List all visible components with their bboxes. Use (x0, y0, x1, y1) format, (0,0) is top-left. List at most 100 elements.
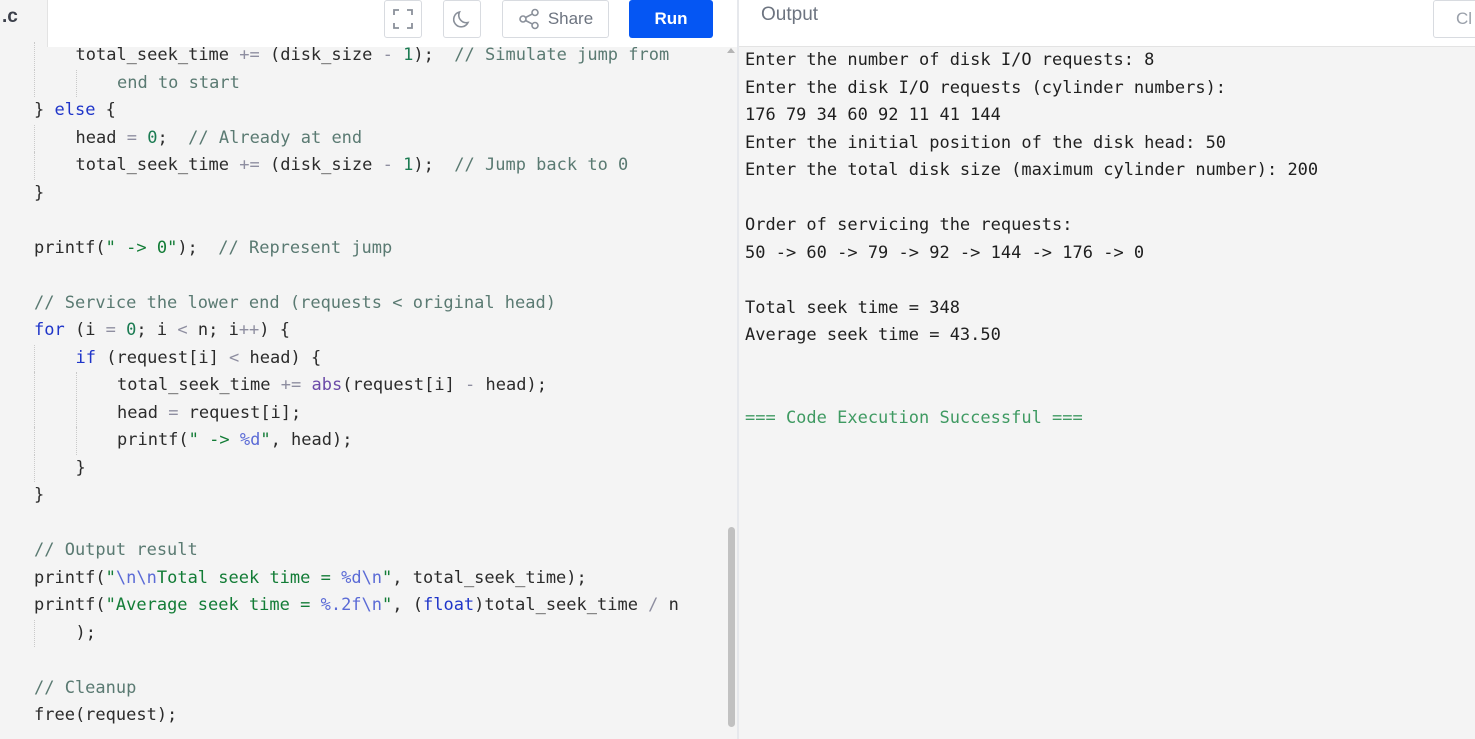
output-line: 176 79 34 60 92 11 41 144 (745, 105, 1001, 125)
code-token: ; (157, 127, 189, 148)
code-line: } (34, 180, 44, 208)
code-token: total_seek_time (75, 155, 240, 175)
code-token: float (422, 595, 475, 615)
theme-toggle-button[interactable] (443, 0, 481, 38)
code-token: total_seek_time (75, 45, 240, 65)
code-line: for (i = 0; i < n; i++) { (34, 317, 290, 345)
indent-guide (34, 454, 35, 482)
indent-guide (34, 372, 35, 400)
code-token: - (382, 45, 393, 65)
indent-guide (75, 69, 77, 97)
code-token: abs (311, 375, 343, 395)
code-line: ); (76, 620, 96, 648)
code-token: " (260, 430, 271, 450)
output-line: Enter the total disk size (maximum cylin… (745, 160, 1319, 180)
indent-guide (75, 399, 77, 427)
code-token: printf( (34, 567, 106, 588)
indent-guide (34, 619, 35, 647)
code-line: } (34, 482, 44, 510)
code-token: , head); (270, 430, 353, 450)
indent-guide (34, 427, 35, 455)
scroll-up-arrow-icon[interactable] (727, 48, 735, 53)
indent-guide (34, 69, 35, 97)
indent-guide (34, 344, 35, 372)
code-token: ; i (136, 320, 178, 340)
fullscreen-button[interactable] (384, 0, 422, 38)
indent-guide (75, 372, 77, 400)
moon-icon (452, 10, 470, 28)
code-token: ); (413, 45, 455, 65)
editor-scrollbar-thumb[interactable] (728, 527, 735, 727)
output-line: Total seek time = 348 (745, 297, 960, 318)
code-token: else (54, 100, 96, 120)
code-token: %.2f\n (320, 595, 383, 615)
output-header: Output Cl (739, 0, 1475, 47)
code-line: total_seek_time += (disk_size - 1); // S… (76, 42, 670, 70)
code-token: 1 (403, 45, 414, 65)
indent-guide (34, 399, 35, 427)
code-token: total_seek_time (117, 375, 281, 395)
output-line: Enter the number of disk I/O requests: 8 (745, 50, 1155, 70)
output-line: Enter the disk I/O requests (cylinder nu… (745, 77, 1227, 98)
code-token: head (117, 402, 169, 423)
indent-guide (34, 152, 35, 180)
code-line: } else { (34, 97, 116, 125)
output-title: Output (761, 4, 819, 25)
code-token: )total_seek_time (474, 595, 649, 615)
code-token: } (75, 457, 86, 478)
code-line: head = request[i]; (117, 400, 301, 428)
code-token: head); (475, 375, 547, 395)
code-token: < (177, 320, 188, 340)
code-token: for (34, 320, 65, 340)
code-token: // Already at end (188, 127, 363, 148)
code-token: if (75, 347, 96, 368)
code-token: } (34, 485, 45, 505)
code-token: // Output result (34, 540, 198, 560)
code-token: } (34, 182, 45, 203)
code-token: " (105, 567, 116, 588)
code-token: ); (177, 237, 219, 258)
file-tab-label: .c (2, 6, 18, 27)
file-tab[interactable]: .c (0, 0, 48, 47)
output-line: Order of servicing the requests: (745, 215, 1073, 235)
code-line: // Cleanup (34, 675, 136, 703)
code-line: free(request); (34, 702, 177, 730)
fullscreen-icon (393, 9, 413, 29)
code-token: , ( (392, 595, 423, 615)
execution-status-line: === Code Execution Successful === (745, 407, 1083, 428)
code-token: = (126, 127, 137, 148)
code-token: < (229, 347, 240, 368)
indent-guide (34, 124, 35, 152)
code-token: += (239, 155, 260, 175)
code-token: n (658, 595, 679, 615)
code-token: (request[i] (95, 347, 230, 368)
output-line: Enter the initial position of the disk h… (745, 132, 1227, 153)
indent-guide (75, 427, 77, 455)
code-token: 1 (403, 155, 414, 175)
code-line: end to start (117, 70, 240, 98)
pane-divider[interactable] (737, 0, 739, 739)
clear-button[interactable]: Cl (1433, 0, 1475, 38)
code-token: (disk_size (259, 45, 383, 65)
code-token: += (280, 375, 302, 395)
clear-label: Cl (1456, 9, 1473, 28)
code-token: - (465, 375, 476, 395)
code-token: head) { (239, 347, 322, 368)
share-button[interactable]: Share (502, 0, 609, 38)
code-editor[interactable]: total_seek_time += (disk_size - 1); // S… (0, 42, 737, 739)
output-line: 50 -> 60 -> 79 -> 92 -> 144 -> 176 -> 0 (745, 242, 1145, 263)
output-line: Average seek time = 43.50 (745, 325, 1001, 345)
code-token: request[i]; (178, 402, 302, 423)
indent-guide (34, 42, 35, 70)
code-line: printf(" -> %d", head); (117, 427, 352, 455)
code-line: head = 0; // Already at end (76, 125, 363, 153)
code-token: / (648, 595, 659, 615)
code-token: // Simulate jump from (454, 45, 670, 65)
code-token: += (239, 45, 260, 65)
run-button[interactable]: Run (629, 0, 713, 38)
code-token: // Service the lower end (requests < ori… (34, 292, 556, 313)
code-token: printf( (34, 237, 106, 258)
